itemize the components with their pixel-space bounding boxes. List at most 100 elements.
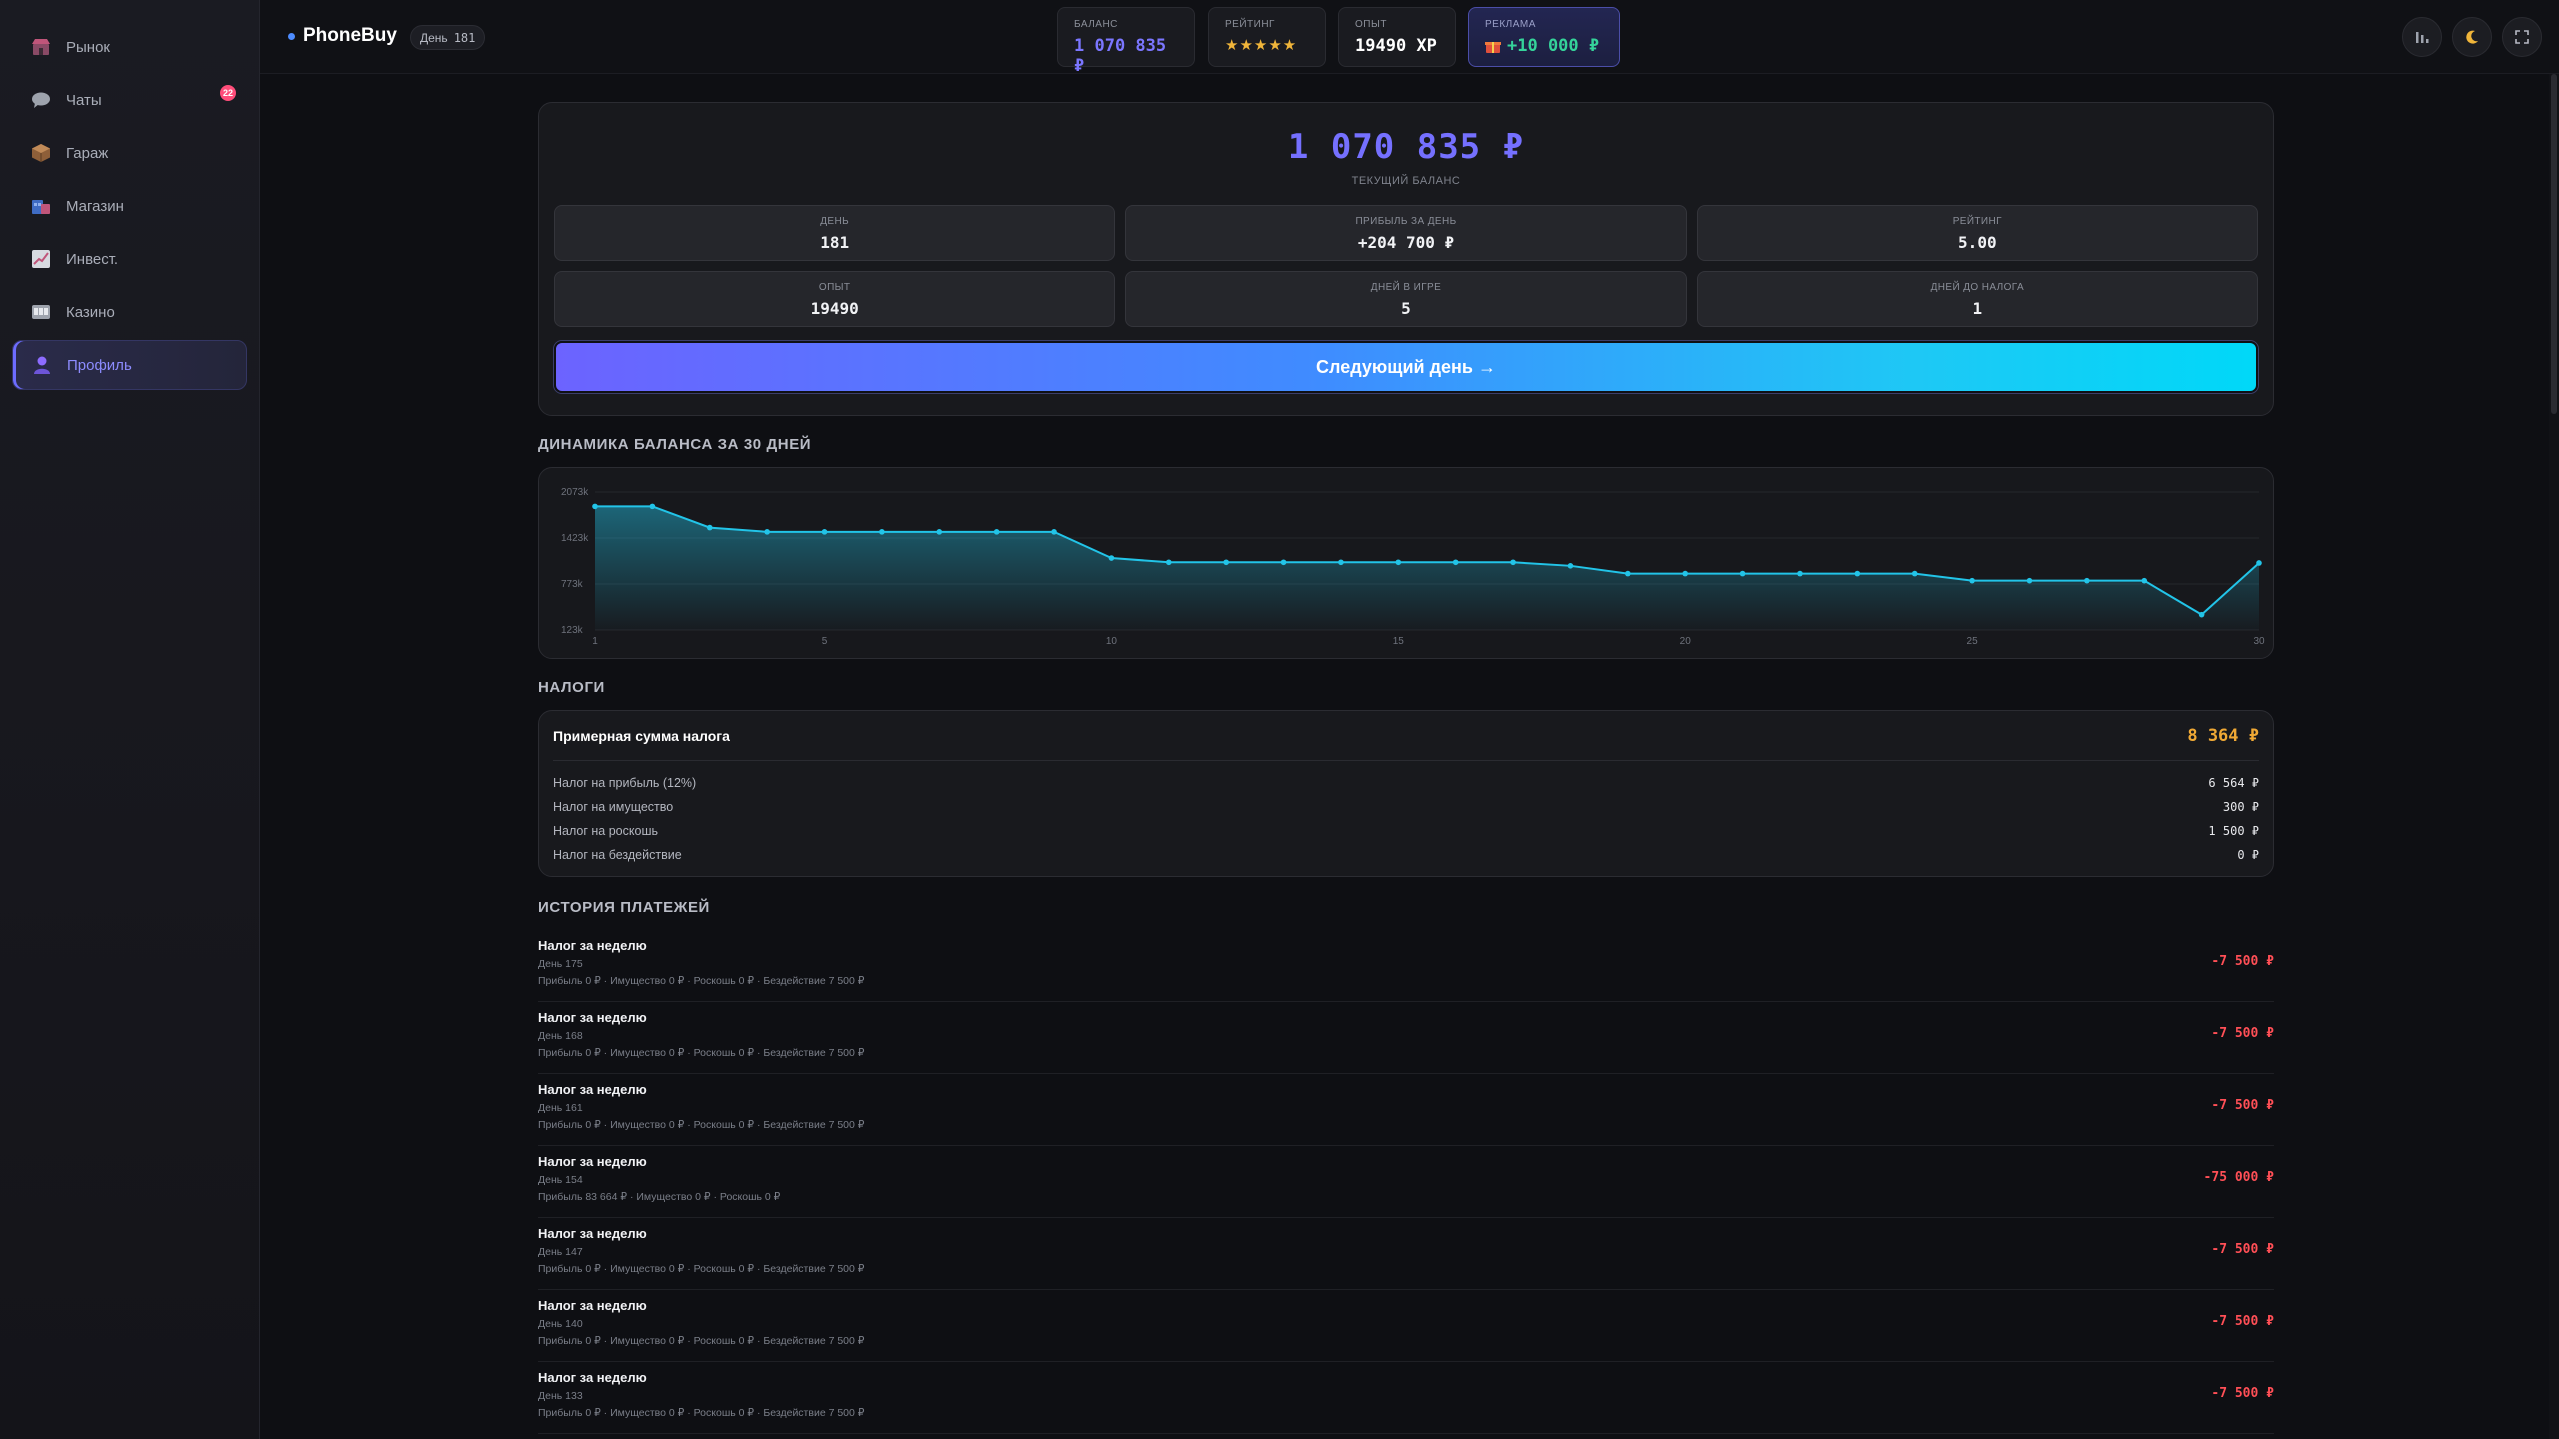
stat-cell-value: 5.00 [1958,233,1997,252]
payment-title: Налог за неделю [538,1226,647,1241]
shop-icon [30,195,52,217]
top-header: PhoneBuy День 181 БАЛАНС 1 070 835 ₽ РЕЙ… [260,0,2559,76]
payment-history-list: Налог за неделю День 175 Прибыль 0 ₽ · И… [538,930,2274,1434]
scrollbar-thumb[interactable] [2551,74,2557,414]
payment-day: День 140 [538,1318,583,1330]
payment-title: Налог за неделю [538,1298,647,1313]
chart-point[interactable] [2026,577,2033,584]
chart-point[interactable] [2198,611,2205,618]
chart-point[interactable] [592,503,598,510]
stat-cell-label: ПРИБЫЛЬ ЗА ДЕНЬ [1355,216,1457,227]
chart-y-tick-label: 1423k [561,533,589,544]
sidebar-item-label: Инвест. [66,250,119,268]
chart-point[interactable] [1223,559,1229,566]
next-day-button[interactable]: Следующий день → [554,341,2258,393]
payments-section-title: ИСТОРИЯ ПЛАТЕЖЕЙ [538,899,710,916]
sidebar-item-casino[interactable]: Казино [12,287,247,337]
balance-panel: 1 070 835 ₽ ТЕКУЩИЙ БАЛАНС ДЕНЬ 181 ПРИБ… [538,102,2274,416]
header-xp-value: 19490 XP [1355,36,1437,56]
payment-day: День 161 [538,1102,583,1114]
stat-cell-label: ДНЕЙ ДО НАЛОГА [1930,282,2025,293]
tax-row-label: Налог на роскошь [553,824,658,838]
chart-point[interactable] [879,529,885,535]
chart-point[interactable] [1510,559,1516,566]
balance-chart-svg: 2073k1423k773k123k1 5 10 15 20 25 30 [561,487,2265,647]
stat-cell-xp: ОПЫТ 19490 [554,271,1116,327]
stat-cell-label: РЕЙТИНГ [1952,216,2002,227]
stat-cell-label: ДНЕЙ В ИГРЕ [1370,282,1442,293]
chart-point[interactable] [1911,570,1918,577]
chart-x-tick-label: 15 [1393,636,1405,647]
theme-toggle-button[interactable] [2452,17,2492,57]
ad-reward-button[interactable]: РЕКЛАМА +10 000 ₽ [1468,7,1620,67]
sidebar-item-market[interactable]: Рынок [12,22,247,72]
chart-y-tick-label: 123k [561,625,584,636]
payment-amount: -7 500 ₽ [2211,1242,2274,1257]
profile-main: 1 070 835 ₽ ТЕКУЩИЙ БАЛАНС ДЕНЬ 181 ПРИБ… [538,102,2274,1434]
chart-point[interactable] [993,529,1000,535]
header-rating-label: РЕЙТИНГ [1225,19,1275,30]
chart-point[interactable] [1854,570,1861,577]
chart-point[interactable] [1739,570,1746,577]
store-icon [30,36,52,58]
chart-point[interactable] [1108,555,1115,561]
chart-point[interactable] [1682,570,1689,577]
tax-row-label: Налог на имущество [553,800,674,814]
chart-point[interactable] [1625,570,1631,577]
stats-grid: ДЕНЬ 181 ПРИБЫЛЬ ЗА ДЕНЬ +204 700 ₽ РЕЙТ… [554,205,2258,327]
chart-point[interactable] [1452,559,1459,566]
sidebar-item-label: Профиль [67,356,132,374]
chart-point[interactable] [2256,560,2262,566]
stat-cell-value: 181 [820,233,850,252]
chart-point[interactable] [1338,559,1344,566]
profile-icon [31,354,53,376]
chart-area-fill [595,506,2259,630]
sidebar-item-chats[interactable]: Чаты 22 [12,75,247,125]
chart-point[interactable] [1567,563,1574,569]
payment-row: Налог за неделю День 133 Прибыль 0 ₽ · И… [538,1362,2274,1434]
chart-point[interactable] [1165,559,1172,566]
gift-icon [1485,42,1501,53]
taxes-panel: Примерная сумма налога 8 364 ₽ Налог на … [538,710,2274,877]
day-pill-value: 181 [453,30,476,45]
chart-x-tick-label: 20 [1680,636,1692,647]
stat-cell-days-played: ДНЕЙ В ИГРЕ 5 [1125,271,1687,327]
chart-point[interactable] [1395,559,1402,566]
stats-button[interactable] [2402,17,2442,57]
chart-point[interactable] [2084,577,2090,584]
chart-point[interactable] [764,529,770,535]
tax-estimate-label: Примерная сумма налога [553,727,730,744]
chart-point[interactable] [1280,559,1287,566]
sidebar-item-shop[interactable]: Магазин [12,181,247,231]
chart-point[interactable] [1051,529,1057,535]
tax-row-value: 6 564 ₽ [2208,776,2259,790]
chart-point[interactable] [706,524,713,531]
fullscreen-button[interactable] [2502,17,2542,57]
ad-reward-label: РЕКЛАМА [1485,19,1536,30]
ad-reward-value: +10 000 ₽ [1507,36,1600,56]
payment-day: День 168 [538,1030,583,1042]
tax-row-value: 0 ₽ [2237,848,2259,862]
tax-row-label: Налог на бездействие [553,848,682,862]
sidebar-item-garage[interactable]: Гараж [12,128,247,178]
chart-point[interactable] [936,529,943,535]
page-scrollbar[interactable] [2549,74,2559,1439]
chart-point[interactable] [821,529,828,535]
chart-point[interactable] [1969,577,1975,584]
chart-point[interactable] [1797,570,1803,577]
day-pill-label: День [420,30,448,45]
app-brand[interactable]: PhoneBuy [288,25,397,47]
stat-cell-rating: РЕЙТИНГ 5.00 [1696,205,2258,261]
garage-box-icon [30,142,52,164]
app-title: PhoneBuy [303,25,397,46]
payment-amount: -7 500 ₽ [2211,954,2274,969]
sidebar-item-profile[interactable]: Профиль [12,340,247,390]
payment-breakdown: Прибыль 0 ₽ · Имущество 0 ₽ · Роскошь 0 … [538,975,865,987]
tax-row-label: Налог на прибыль (12%) [553,776,697,790]
chart-section-title: ДИНАМИКА БАЛАНСА ЗА 30 ДНЕЙ [538,436,812,453]
chart-point[interactable] [2141,577,2148,584]
chart-point[interactable] [649,503,656,510]
sidebar-item-invest[interactable]: Инвест. [12,234,247,284]
chart-y-tick-label: 2073k [561,487,589,498]
payment-day: День 175 [538,958,583,970]
